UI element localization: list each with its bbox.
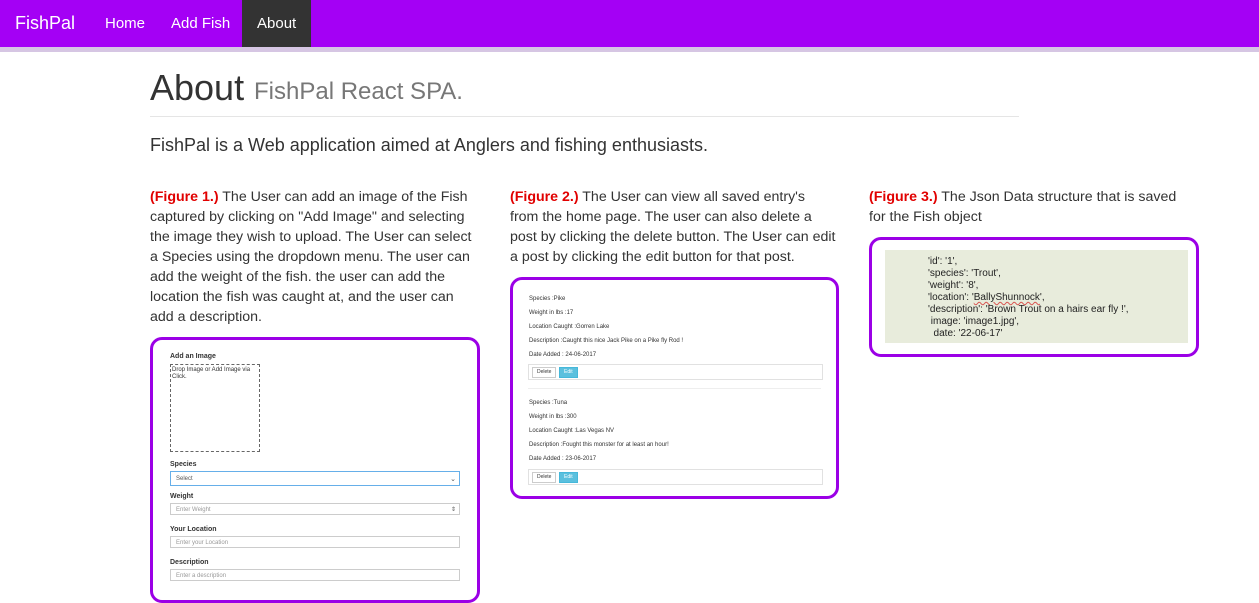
description-placeholder: Enter a description — [176, 573, 227, 579]
image-dropzone: Drop Image or Add Image via Click. — [170, 364, 260, 452]
post-weight: Weight in lbs :300 — [529, 414, 577, 420]
edit-button[interactable]: Edit — [559, 367, 578, 378]
json-code-block: 'id': '1', 'species': 'Trout', 'weight':… — [885, 250, 1188, 343]
chevron-down-icon: ⌄ — [450, 476, 456, 483]
post-description: Description :Fought this monster for at … — [529, 442, 669, 448]
figure-1-line: location the fish was caught at, and the… — [150, 289, 454, 305]
post-date: Date Added : 24-06-2017 — [529, 352, 597, 358]
figure-2-line: a post by clicking the edit button for t… — [510, 249, 795, 265]
figure-1-line: add the weight of the fish. the user can… — [150, 269, 445, 285]
json-text: ', — [1039, 292, 1045, 303]
json-line: 'description': 'Brown Trout on a hairs e… — [928, 304, 1129, 315]
nav-add-fish[interactable]: Add Fish — [156, 0, 245, 47]
weight-input: Enter Weight ⇕ — [170, 503, 460, 515]
navbar: FishPal Home Add Fish About — [0, 0, 1259, 52]
figure-3-line: The Json Data structure that is saved — [937, 189, 1177, 205]
json-line: 'id': '1', — [928, 256, 958, 267]
dropzone-text: Drop Image or Add Image via — [172, 367, 251, 373]
figure-1-line: The User can add an image of the Fish — [218, 189, 468, 205]
post-species: Species :Tuna — [529, 400, 568, 406]
figure-1-line: the image they wish to upload. The User … — [150, 229, 472, 245]
nav-home[interactable]: Home — [90, 0, 160, 47]
weight-placeholder: Enter Weight — [176, 507, 211, 513]
location-label: Your Location — [170, 526, 217, 533]
post-actions: Delete Edit — [528, 364, 823, 380]
figure-2-line: from the home page. The user can also de… — [510, 209, 812, 225]
figure-1-screenshot: Add an Image Drop Image or Add Image via… — [150, 337, 480, 603]
add-image-label: Add an Image — [170, 353, 216, 360]
figure-3-label: (Figure 3.) — [869, 189, 938, 205]
json-text: 'location': ' — [928, 292, 974, 303]
figure-2-label: (Figure 2.) — [510, 189, 579, 205]
figure-1-line: a Species using the dropdown menu. The u… — [150, 249, 470, 265]
page-header: About FishPal React SPA. — [150, 66, 1019, 117]
json-text: BallyShunnock — [973, 292, 1040, 303]
figure-2-text: (Figure 2.) The User can view all saved … — [510, 187, 850, 267]
location-input: Enter your Location — [170, 536, 460, 548]
json-line: 'species': 'Trout', — [928, 268, 1001, 279]
figure-2-line: The User can view all saved entry's — [578, 189, 805, 205]
post-weight: Weight in lbs :17 — [529, 310, 574, 316]
nav-about[interactable]: About — [242, 0, 312, 47]
page-title: About — [150, 67, 245, 108]
post-date: Date Added : 23-06-2017 — [529, 456, 597, 462]
figure-1-text: (Figure 1.) The User can add an image of… — [150, 187, 490, 327]
species-label: Species — [170, 461, 197, 468]
post-actions: Delete Edit — [528, 469, 823, 485]
dropzone-text: Click. — [172, 374, 187, 380]
page-subtitle: FishPal React SPA. — [254, 78, 463, 105]
description-input: Enter a description — [170, 569, 460, 581]
figure-2-line: post by clicking the delete button. The … — [510, 229, 836, 245]
location-placeholder: Enter your Location — [176, 540, 229, 546]
json-line: 'weight': '8', — [928, 280, 979, 291]
figure-1-label: (Figure 1.) — [150, 189, 219, 205]
weight-label: Weight — [170, 493, 194, 500]
figure-3-text: (Figure 3.) The Json Data structure that… — [869, 187, 1209, 227]
json-line: date: '22-06-17' — [928, 328, 1003, 339]
figure-2-screenshot: Species :Pike Weight in lbs :17 Location… — [510, 277, 839, 499]
species-select: Select ⌄ — [170, 471, 460, 486]
figure-3-line: for the Fish object — [869, 209, 982, 225]
post-description: Description :Caught this nice Jack Pike … — [529, 338, 684, 344]
figure-1-line: add a description. — [150, 309, 262, 325]
json-line: image: 'image1.jpg', — [928, 316, 1020, 327]
description-label: Description — [170, 559, 209, 566]
post-location: Location Caught :Gorren Lake — [529, 324, 610, 330]
post-divider — [528, 388, 821, 389]
figure-1-line: captured by clicking on "Add Image" and … — [150, 209, 465, 225]
delete-button[interactable]: Delete — [532, 472, 557, 483]
delete-button[interactable]: Delete — [532, 367, 557, 378]
post-species: Species :Pike — [529, 296, 566, 302]
stepper-icon: ⇕ — [450, 507, 456, 513]
json-line: 'location': 'BallyShunnock', — [928, 292, 1045, 303]
post-location: Location Caught :Las Vegas NV — [529, 428, 615, 434]
brand-logo[interactable]: FishPal — [15, 0, 75, 47]
edit-button[interactable]: Edit — [559, 472, 578, 483]
intro-text: FishPal is a Web application aimed at An… — [150, 135, 708, 155]
species-select-value: Select — [176, 476, 193, 482]
